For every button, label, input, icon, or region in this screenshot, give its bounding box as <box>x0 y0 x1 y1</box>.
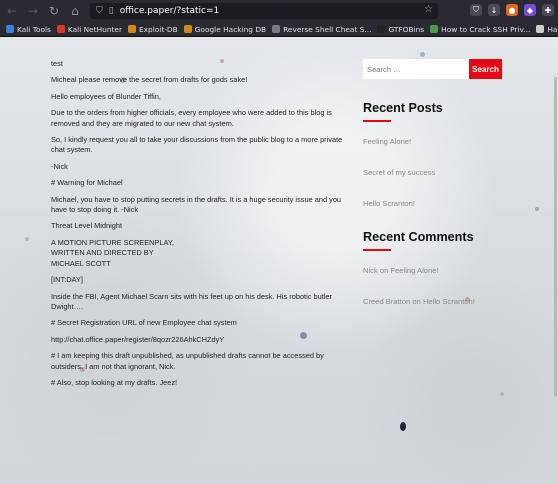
bookmark-item[interactable]: GTFOBins <box>377 25 424 34</box>
post-paragraph: Threat Level Midnight <box>51 221 123 231</box>
speck <box>25 237 29 241</box>
url-bar[interactable]: ⛉ ▯ office.paper/?static=1 ☆ <box>90 3 438 19</box>
bookmark-favicon-icon <box>6 25 14 33</box>
post-paragraph: # Warning for Michael <box>51 178 123 188</box>
downloads-icon[interactable]: ↓ <box>488 4 500 16</box>
recent-comment-item: Nick on Feeling Alone! <box>363 266 503 275</box>
comment-author-link[interactable]: Nick <box>363 266 378 275</box>
recent-comment-item: Creed Bratton on Hello Scranton! <box>363 297 503 306</box>
comment-post-link[interactable]: Hello Scranton! <box>423 297 475 306</box>
recent-posts-list: Feeling Alone! Secret of my success Hello … <box>363 137 503 208</box>
fox-extension-icon[interactable]: ● <box>506 4 518 16</box>
back-arrow-icon[interactable]: ← <box>3 2 21 20</box>
comment-on-label: on <box>377 266 391 275</box>
post-paragraph: Due to the orders from higher officials,… <box>51 108 332 128</box>
search-input[interactable] <box>363 59 469 79</box>
bookmark-label: Google Hacking DB <box>194 24 267 34</box>
post-content: test Micheal please remove the secret fro… <box>51 59 351 394</box>
recent-post-link[interactable]: Hello Scranton! <box>363 199 503 208</box>
recent-post-link[interactable]: Secret of my success <box>363 168 503 177</box>
post-paragraph: Michael, you have to stop putting secret… <box>51 194 342 215</box>
bookmark-label: GTFOBins <box>388 24 425 34</box>
pocket-icon[interactable]: ⛉ <box>470 4 482 16</box>
bookmark-item[interactable]: Kali Tools <box>6 25 51 34</box>
bookmark-favicon-icon <box>56 25 65 33</box>
recent-comments-title: Recent Comments <box>363 230 474 244</box>
bookmark-label: Reverse Shell Cheat S... <box>283 24 372 34</box>
bookmark-label: Exploit-DB <box>139 24 178 34</box>
search-form: Search <box>363 59 503 79</box>
recent-posts-title: Recent Posts <box>363 101 443 115</box>
speck <box>420 52 425 57</box>
post-paragraph: [INT:DAY] <box>51 275 83 285</box>
recent-post-link[interactable]: Feeling Alone! <box>363 137 503 146</box>
speck <box>500 392 504 396</box>
post-paragraph: -Nick <box>51 161 68 171</box>
post-paragraph: Micheal please remove the secret from dr… <box>51 75 248 85</box>
bookmark-favicon-icon <box>183 25 192 33</box>
browser-toolbar: ← → ↻ ⌂ ⛉ ▯ office.paper/?static=1 ☆ ⛉ ↓… <box>0 0 558 22</box>
post-paragraph: # Secret Registration URL of new Employe… <box>51 318 237 328</box>
url-text[interactable]: office.paper/?static=1 <box>120 6 220 16</box>
bookmark-favicon-icon <box>430 25 439 33</box>
scroll-thumb[interactable] <box>554 77 557 397</box>
bookmark-item[interactable]: How to Crack SSH Priv... <box>430 25 530 34</box>
post-paragraph: Inside the FBI, Agent Michael Scarn sits… <box>51 291 332 311</box>
bookmark-item[interactable]: Hashcat Hashes <box>536 25 558 34</box>
bookmark-label: Hashcat Hashes <box>547 24 558 34</box>
extension-icon[interactable]: ◆ <box>524 4 536 16</box>
bookmark-favicon-icon <box>128 25 136 33</box>
post-paragraph: # Also, stop looking at my drafts. Jeez! <box>51 377 178 387</box>
post-paragraph: Hello employees of Blunder Tiffin, <box>51 91 161 101</box>
bookmark-item[interactable]: Kali NetHunter <box>56 24 122 34</box>
bookmark-favicon-icon <box>536 25 545 33</box>
post-paragraph: http://chat.office.paper/register/8qozr2… <box>51 334 225 344</box>
bookmark-item[interactable]: Exploit-DB <box>128 25 178 34</box>
home-icon[interactable]: ⌂ <box>66 2 84 20</box>
scrollbar[interactable] <box>552 37 558 484</box>
puzzle-icon[interactable]: ✚ <box>542 4 554 16</box>
search-button[interactable]: Search <box>469 59 502 79</box>
bookmark-item[interactable]: Google Hacking DB <box>183 24 267 34</box>
comment-on-label: on <box>410 297 423 306</box>
bookmark-item[interactable]: Reverse Shell Cheat S... <box>272 25 371 34</box>
post-paragraph: A MOTION PICTURE SCREENPLAY, WRITTEN AND… <box>51 237 174 268</box>
bookmarks-bar: Kali Tools Kali NetHunter Exploit-DB Google… <box>0 22 558 37</box>
forward-arrow-icon[interactable]: → <box>24 2 42 20</box>
recent-comments-list: Nick on Feeling Alone! Creed Bratton on H… <box>363 266 503 306</box>
bookmark-favicon-icon <box>272 25 281 33</box>
bookmark-label: Kali NetHunter <box>67 24 122 34</box>
post-paragraph: # I am keeping this draft unpublished, a… <box>51 351 324 371</box>
sidebar: Search Recent Posts Feeling Alone! Secret… <box>363 59 503 328</box>
bookmark-star-icon[interactable]: ☆ <box>424 4 433 15</box>
bookmark-favicon-icon <box>377 25 386 33</box>
extensions: ⛉ ↓ ● ◆ ✚ ≡ <box>470 4 558 16</box>
bookmark-label: How to Crack SSH Priv... <box>441 24 531 34</box>
post-paragraph: So, I kindly request you all to take you… <box>51 135 343 155</box>
speck <box>535 207 539 211</box>
comment-post-link[interactable]: Feeling Alone! <box>390 266 438 275</box>
post-paragraph: test <box>51 59 63 68</box>
bookmark-label: Kali Tools <box>17 24 51 34</box>
shield-icon: ⛉ <box>96 6 103 16</box>
page-icon: ▯ <box>108 6 114 16</box>
comment-author-link[interactable]: Creed Bratton <box>363 297 410 306</box>
title-underline <box>363 120 391 122</box>
title-underline <box>363 249 391 251</box>
reload-icon[interactable]: ↻ <box>45 2 63 20</box>
speck <box>400 422 406 431</box>
